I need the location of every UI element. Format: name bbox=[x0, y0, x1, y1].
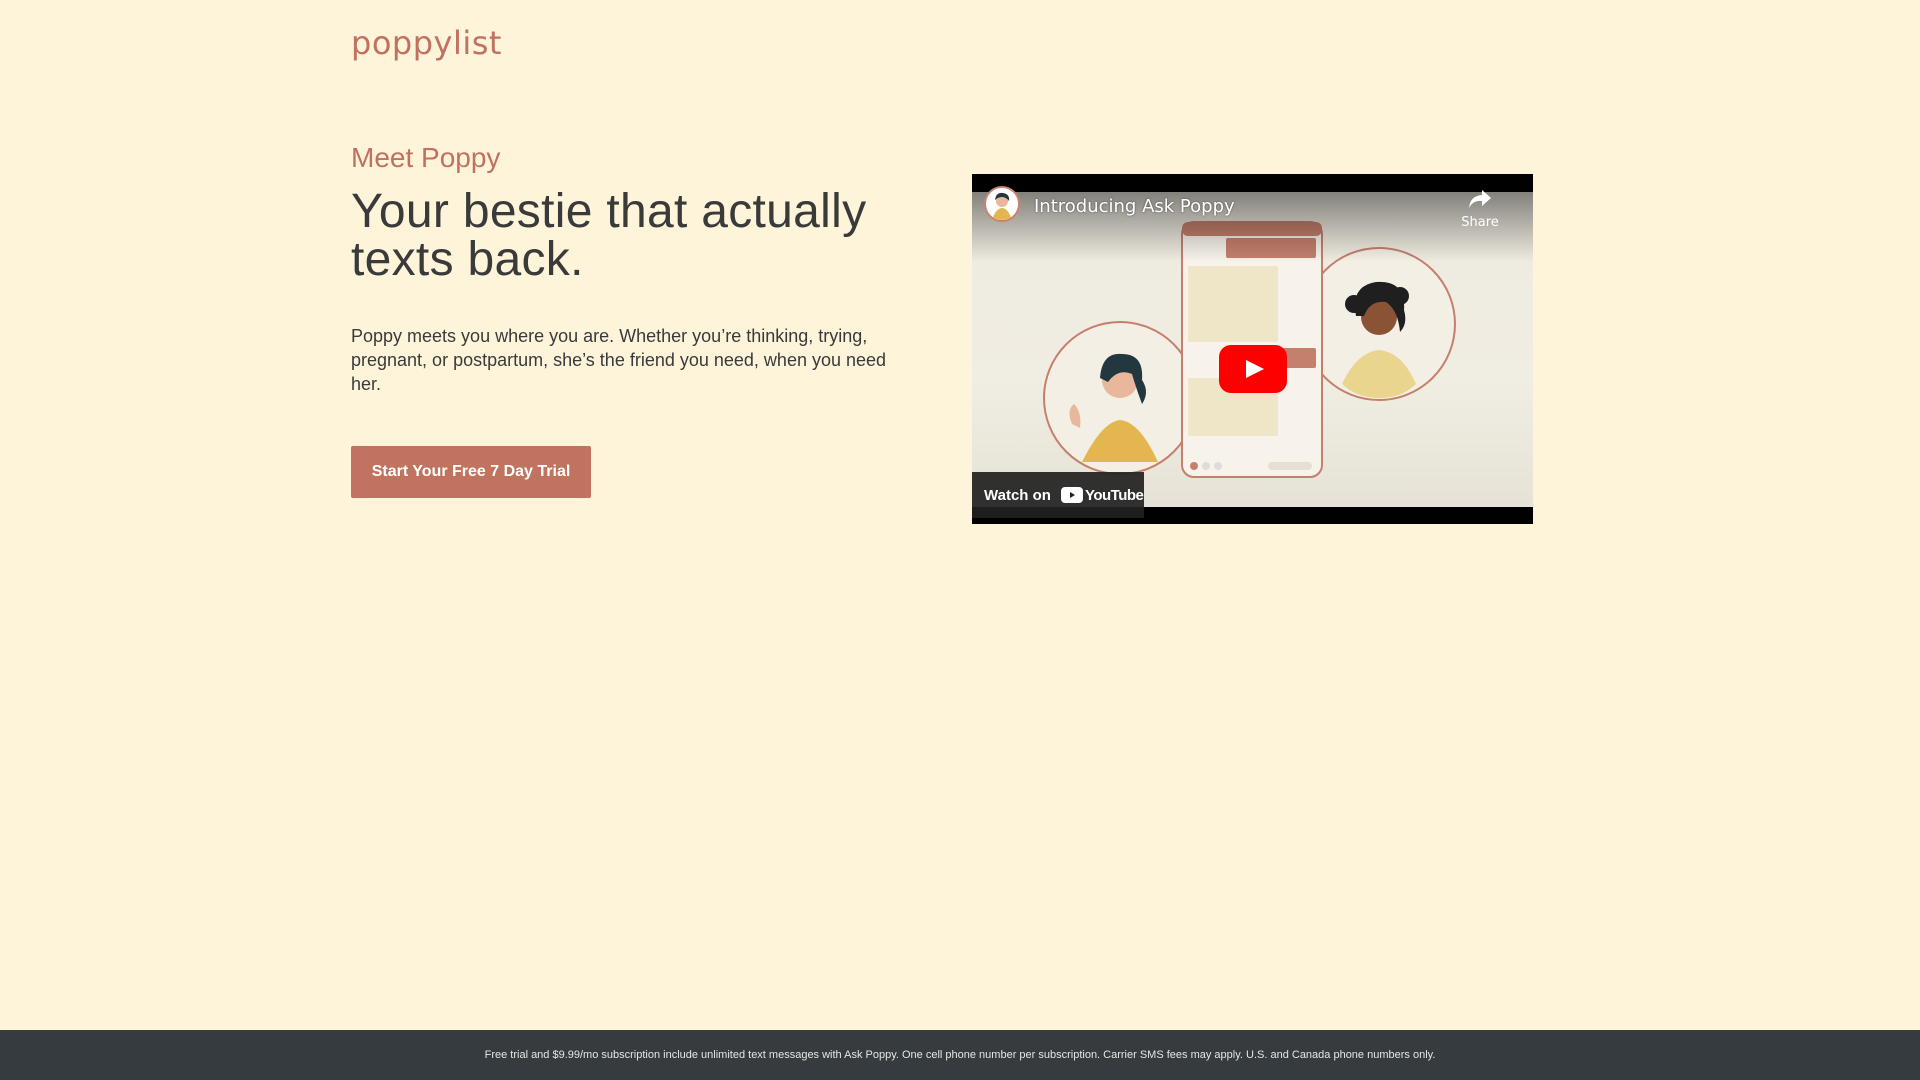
footer: Free trial and $9.99/mo subscription inc… bbox=[0, 1030, 1920, 1080]
left-character-illustration bbox=[1043, 321, 1197, 475]
brand-logo[interactable]: poppylist bbox=[351, 24, 502, 62]
right-character-illustration bbox=[1302, 247, 1456, 401]
youtube-wordmark: YouTube bbox=[1084, 486, 1144, 504]
video-title[interactable]: Introducing Ask Poppy bbox=[1034, 196, 1235, 217]
share-icon bbox=[1469, 190, 1491, 208]
play-icon bbox=[1246, 360, 1264, 378]
share-label: Share bbox=[1461, 215, 1499, 230]
hero-headline: Your bestie that actually texts back. bbox=[351, 185, 867, 286]
youtube-video-embed[interactable]: Introducing Ask Poppy Share Watch on You… bbox=[972, 174, 1533, 524]
hero-section: Meet Poppy Your bestie that actually tex… bbox=[351, 142, 911, 498]
channel-avatar-icon[interactable] bbox=[984, 186, 1020, 222]
watch-on-youtube-button[interactable]: Watch on YouTube bbox=[972, 472, 1144, 518]
youtube-logo-icon: YouTube bbox=[1060, 486, 1144, 504]
play-button[interactable] bbox=[1219, 345, 1287, 393]
footer-disclaimer: Free trial and $9.99/mo subscription inc… bbox=[484, 1049, 1436, 1061]
hero-eyebrow: Meet Poppy bbox=[351, 142, 501, 173]
share-button[interactable]: Share bbox=[1457, 188, 1503, 230]
start-trial-button[interactable]: Start Your Free 7 Day Trial bbox=[351, 446, 591, 498]
hero-description: Poppy meets you where you are. Whether y… bbox=[351, 326, 887, 394]
watch-on-label: Watch on bbox=[984, 486, 1051, 504]
